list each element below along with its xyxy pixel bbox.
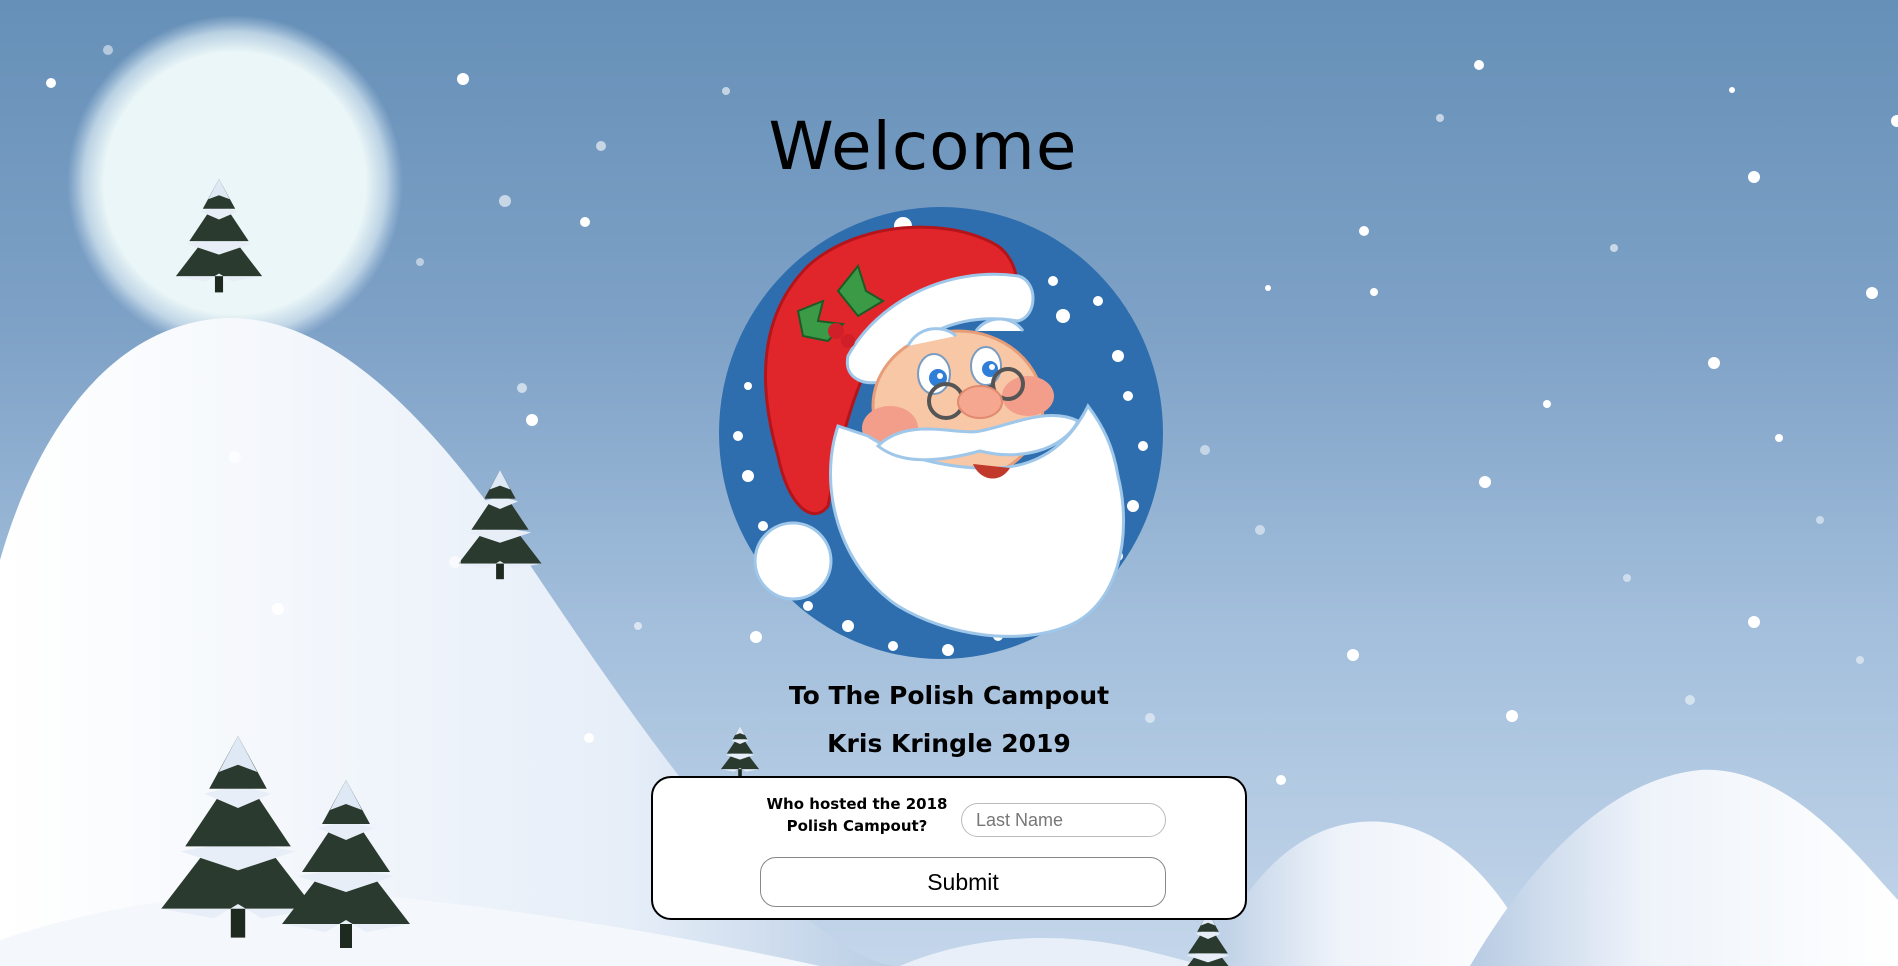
page-title: Welcome — [768, 108, 1078, 185]
subtitle-kris-kringle: Kris Kringle 2019 — [827, 729, 1071, 758]
middle-low-hill — [900, 937, 1210, 966]
right-hill-large — [1470, 769, 1898, 966]
last-name-input[interactable] — [961, 803, 1166, 837]
question-label: Who hosted the 2018 Polish Campout? — [766, 795, 948, 835]
submit-button[interactable]: Submit — [760, 857, 1166, 907]
subtitle-campout: To The Polish Campout — [788, 681, 1110, 710]
answer-form: Who hosted the 2018 Polish Campout? Subm… — [651, 776, 1247, 920]
santa-face-icon — [718, 206, 1164, 660]
